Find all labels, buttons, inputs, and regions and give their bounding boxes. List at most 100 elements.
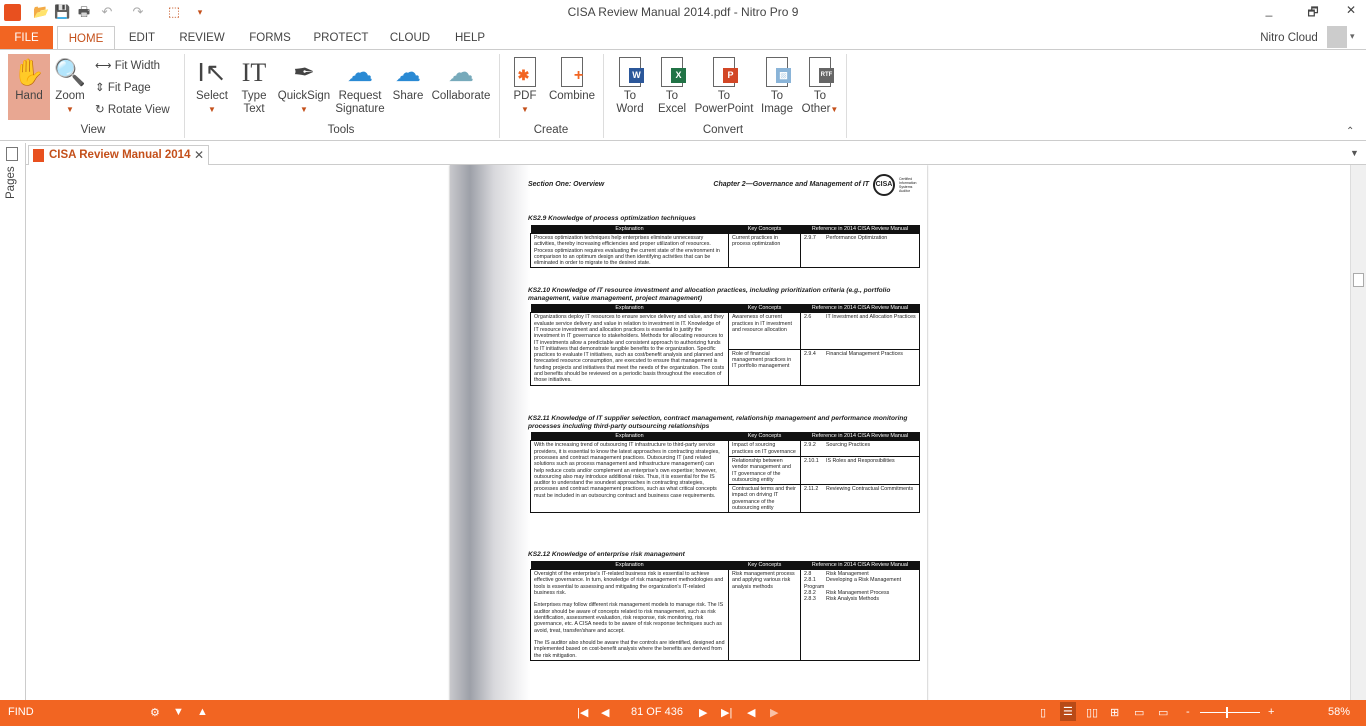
last-page-icon[interactable]: ▶| — [721, 706, 732, 719]
quicksign-button[interactable]: ✒ QuickSign ▼ — [276, 54, 332, 116]
tab-review[interactable]: REVIEW — [176, 26, 228, 50]
reference-entry: 2.11.2 Reviewing Contractual Commitments — [804, 486, 916, 492]
find-settings-icon[interactable]: ⚙ — [150, 706, 160, 719]
close-button[interactable]: ✕ — [1341, 3, 1361, 17]
rtf-icon: RTF — [809, 57, 834, 87]
request-label-2: Signature — [335, 103, 385, 115]
single-page-view-icon[interactable]: ▯ — [1040, 706, 1046, 719]
collaborate-button[interactable]: ☁ Collaborate — [430, 54, 492, 103]
facing-view-icon[interactable]: ▯▯ — [1086, 706, 1098, 719]
fit-width-button[interactable]: ⟷ Fit Width — [95, 58, 160, 72]
restore-button[interactable]: 🗗 — [1303, 3, 1323, 24]
reference-entry: 2.9.7 Performance Optimization — [804, 235, 916, 241]
full-screen-icon[interactable]: ▭ — [1134, 706, 1144, 719]
to-ppt-label-1: To — [717, 90, 731, 102]
tab-home[interactable]: HOME — [57, 26, 115, 51]
share-label: Share — [392, 90, 424, 102]
find-button[interactable]: FIND — [8, 706, 34, 718]
reference-title: Performance Optimization — [826, 234, 888, 241]
zoom-out-button[interactable]: - — [1186, 706, 1190, 718]
col-reference: Reference in 2014 CISA Review Manual — [800, 304, 920, 313]
find-next-icon[interactable]: ▼ — [173, 706, 184, 718]
reference-title: Risk Management Process — [826, 589, 890, 596]
group-label-view: View — [80, 124, 106, 136]
to-excel-label-1: To — [665, 90, 679, 102]
pdf-button[interactable]: ✱ PDF ▼ — [508, 54, 542, 116]
back-view-icon[interactable]: ◀ — [747, 706, 755, 719]
pen-icon: ✒ — [293, 56, 315, 87]
first-page-icon[interactable]: |◀ — [577, 706, 588, 719]
share-button[interactable]: ☁ Share — [390, 54, 426, 103]
facing-continuous-view-icon[interactable]: ⊞ — [1110, 706, 1119, 719]
status-bar: FIND ⚙ ▼ ▲ |◀ ◀ 81 OF 436 ▶ ▶| ◀ ▶ ▯ ☰ ▯… — [0, 700, 1366, 726]
zoom-slider-thumb[interactable] — [1226, 707, 1228, 718]
col-explanation: Explanation — [530, 304, 729, 313]
zoom-button[interactable]: 🔍 Zoom ▼ — [52, 54, 88, 116]
to-excel-button[interactable]: X To Excel — [654, 54, 690, 116]
previous-page-icon[interactable]: ◀ — [601, 706, 609, 719]
forward-view-icon[interactable]: ▶ — [770, 706, 778, 719]
reference-entry: 2.10.1 IS Roles and Responsibilities — [804, 458, 916, 464]
tab-edit[interactable]: EDIT — [122, 26, 162, 50]
powerpoint-icon: P — [713, 57, 738, 87]
col-key-concepts: Key Concepts — [728, 560, 801, 570]
next-page-icon[interactable]: ▶ — [699, 706, 707, 719]
minimize-button[interactable]: _ — [1259, 3, 1279, 17]
tab-list-dropdown-icon[interactable]: ▼ — [1350, 148, 1359, 158]
to-powerpoint-button[interactable]: P To PowerPoint — [694, 54, 754, 116]
tab-file[interactable]: FILE — [0, 26, 53, 50]
vertical-scrollbar[interactable] — [1350, 165, 1366, 700]
page-indicator[interactable]: 81 OF 436 — [631, 706, 683, 718]
ribbon-tabs: FILE HOME EDIT REVIEW FORMS PROTECT CLOU… — [0, 26, 1366, 51]
cisa-logo-text: Certified Information Systems Auditor — [899, 177, 917, 193]
to-word-button[interactable]: W To Word — [612, 54, 648, 116]
to-word-label-1: To — [623, 90, 637, 102]
continuous-view-icon[interactable]: ☰ — [1060, 702, 1076, 721]
hand-icon: ✋ — [12, 56, 46, 87]
nitro-cloud-account[interactable]: Nitro Cloud — [1252, 26, 1326, 50]
to-image-button[interactable]: ▨ To Image — [758, 54, 796, 116]
request-signature-button[interactable]: ☁ Request Signature — [334, 54, 386, 116]
close-tab-icon[interactable]: ✕ — [194, 148, 204, 162]
select-label: Select — [196, 90, 228, 102]
reference-title: Risk Analysis Methods — [826, 596, 879, 603]
present-icon[interactable]: ▭ — [1158, 706, 1168, 719]
pages-panel-tab[interactable]: Pages — [5, 159, 17, 199]
chevron-down-icon[interactable]: ▾ — [1350, 31, 1355, 42]
tab-forms[interactable]: FORMS — [245, 26, 295, 50]
zoom-in-button[interactable]: + — [1268, 706, 1274, 718]
select-button[interactable]: I↖ Select ▼ — [192, 54, 232, 116]
reference-entry: 2.8.3 Risk Analysis Methods — [804, 596, 916, 602]
document-viewer[interactable]: Section One: Overview Chapter 2—Governan… — [27, 165, 1350, 700]
scrollbar-thumb[interactable] — [1353, 273, 1364, 287]
col-key-concepts: Key Concepts — [728, 224, 801, 234]
reference-number: 2.9.4 — [804, 350, 816, 357]
to-other-button[interactable]: RTF To Other▼ — [800, 54, 840, 116]
section-heading: KS2.9 Knowledge of process optimization … — [528, 215, 696, 222]
col-key-concepts: Key Concepts — [728, 432, 801, 441]
reference-number: 2.9.2 — [804, 442, 816, 449]
key-concept-cell: Awareness of current practices in IT inv… — [728, 312, 801, 350]
tab-protect[interactable]: PROTECT — [313, 26, 369, 50]
avatar[interactable] — [1327, 26, 1347, 48]
rotate-view-button[interactable]: ↻ Rotate View — [95, 102, 170, 116]
zoom-slider[interactable] — [1200, 707, 1260, 718]
collapse-ribbon-icon[interactable]: ⌃ — [1346, 126, 1354, 137]
ks-section: KS2.11 Knowledge of IT supplier selectio… — [528, 415, 923, 514]
document-tab[interactable]: CISA Review Manual 2014 ✕ — [28, 145, 209, 165]
reference-cell: 2.9.2 Sourcing Practices — [800, 440, 920, 457]
collaborate-icon: ☁ — [448, 56, 474, 87]
ks-section: KS2.10 Knowledge of IT resource investme… — [528, 287, 923, 386]
tab-help[interactable]: HELP — [452, 26, 488, 50]
tab-cloud[interactable]: CLOUD — [387, 26, 433, 50]
combine-button[interactable]: + Combine — [546, 54, 598, 103]
window-title: CISA Review Manual 2014.pdf - Nitro Pro … — [567, 5, 799, 19]
to-other-label-1: To — [813, 90, 827, 102]
find-previous-icon[interactable]: ▲ — [197, 706, 208, 718]
fit-page-button[interactable]: ⇕ Fit Page — [95, 80, 151, 94]
table-row: Oversight of the enterprise's IT-related… — [530, 568, 920, 662]
pdf-page: Section One: Overview Chapter 2—Governan… — [450, 165, 927, 700]
type-text-button[interactable]: IT Type Text — [236, 54, 272, 116]
reference-cell: 2.6 IT Investment and Allocation Practice… — [800, 312, 920, 350]
hand-button[interactable]: ✋ Hand — [8, 54, 50, 120]
